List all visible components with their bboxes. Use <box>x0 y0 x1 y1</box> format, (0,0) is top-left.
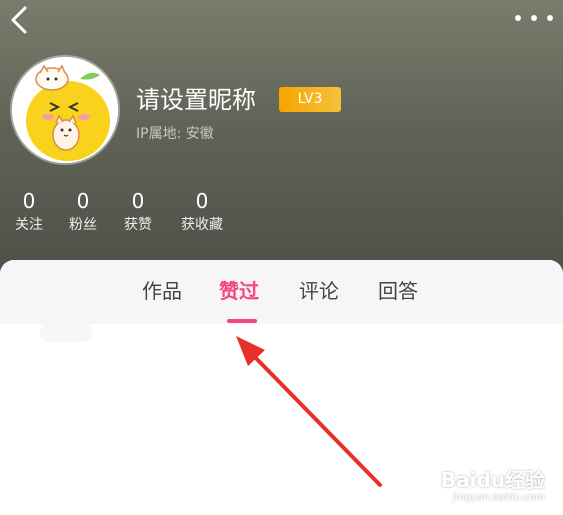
stat-likes-received[interactable]: 0 获赞 <box>121 188 155 236</box>
avatar[interactable] <box>12 57 118 163</box>
nickname[interactable]: 请设置昵称 <box>136 84 256 116</box>
stat-label: 粉丝 <box>69 217 97 233</box>
ip-location: IP属地: 安徽 <box>136 126 214 142</box>
stat-value: 0 <box>76 189 90 213</box>
stat-followers[interactable]: 0 粉丝 <box>66 188 100 236</box>
content-panel: 作品 赞过 评论 回答 <box>0 260 563 515</box>
stat-value: 0 <box>195 189 209 213</box>
dot <box>531 15 537 21</box>
stat-label: 获收藏 <box>181 217 223 233</box>
tab-works[interactable]: 作品 <box>142 276 182 306</box>
tab-comments[interactable]: 评论 <box>299 276 339 306</box>
stat-favorites-received[interactable]: 0 获收藏 <box>176 188 228 236</box>
tab-liked[interactable]: 赞过 <box>219 276 259 306</box>
dot <box>547 15 553 21</box>
stat-following[interactable]: 0 关注 <box>12 188 46 236</box>
stat-label: 获赞 <box>124 217 152 233</box>
dot <box>515 15 521 21</box>
profile-header: 请设置昵称 LV3 IP属地: 安徽 0 关注 0 粉丝 0 获赞 0 获收藏 <box>0 0 563 285</box>
active-tab-indicator <box>227 319 257 323</box>
tab-bar: 作品 赞过 评论 回答 <box>0 260 563 324</box>
more-dots-icon[interactable] <box>515 10 553 26</box>
stat-value: 0 <box>131 189 145 213</box>
stat-label: 关注 <box>15 217 43 233</box>
level-badge: LV3 <box>279 87 341 112</box>
back-arrow-icon[interactable] <box>6 4 32 36</box>
stat-value: 0 <box>22 189 36 213</box>
tab-answers[interactable]: 回答 <box>378 276 418 306</box>
loading-placeholder <box>40 322 92 342</box>
